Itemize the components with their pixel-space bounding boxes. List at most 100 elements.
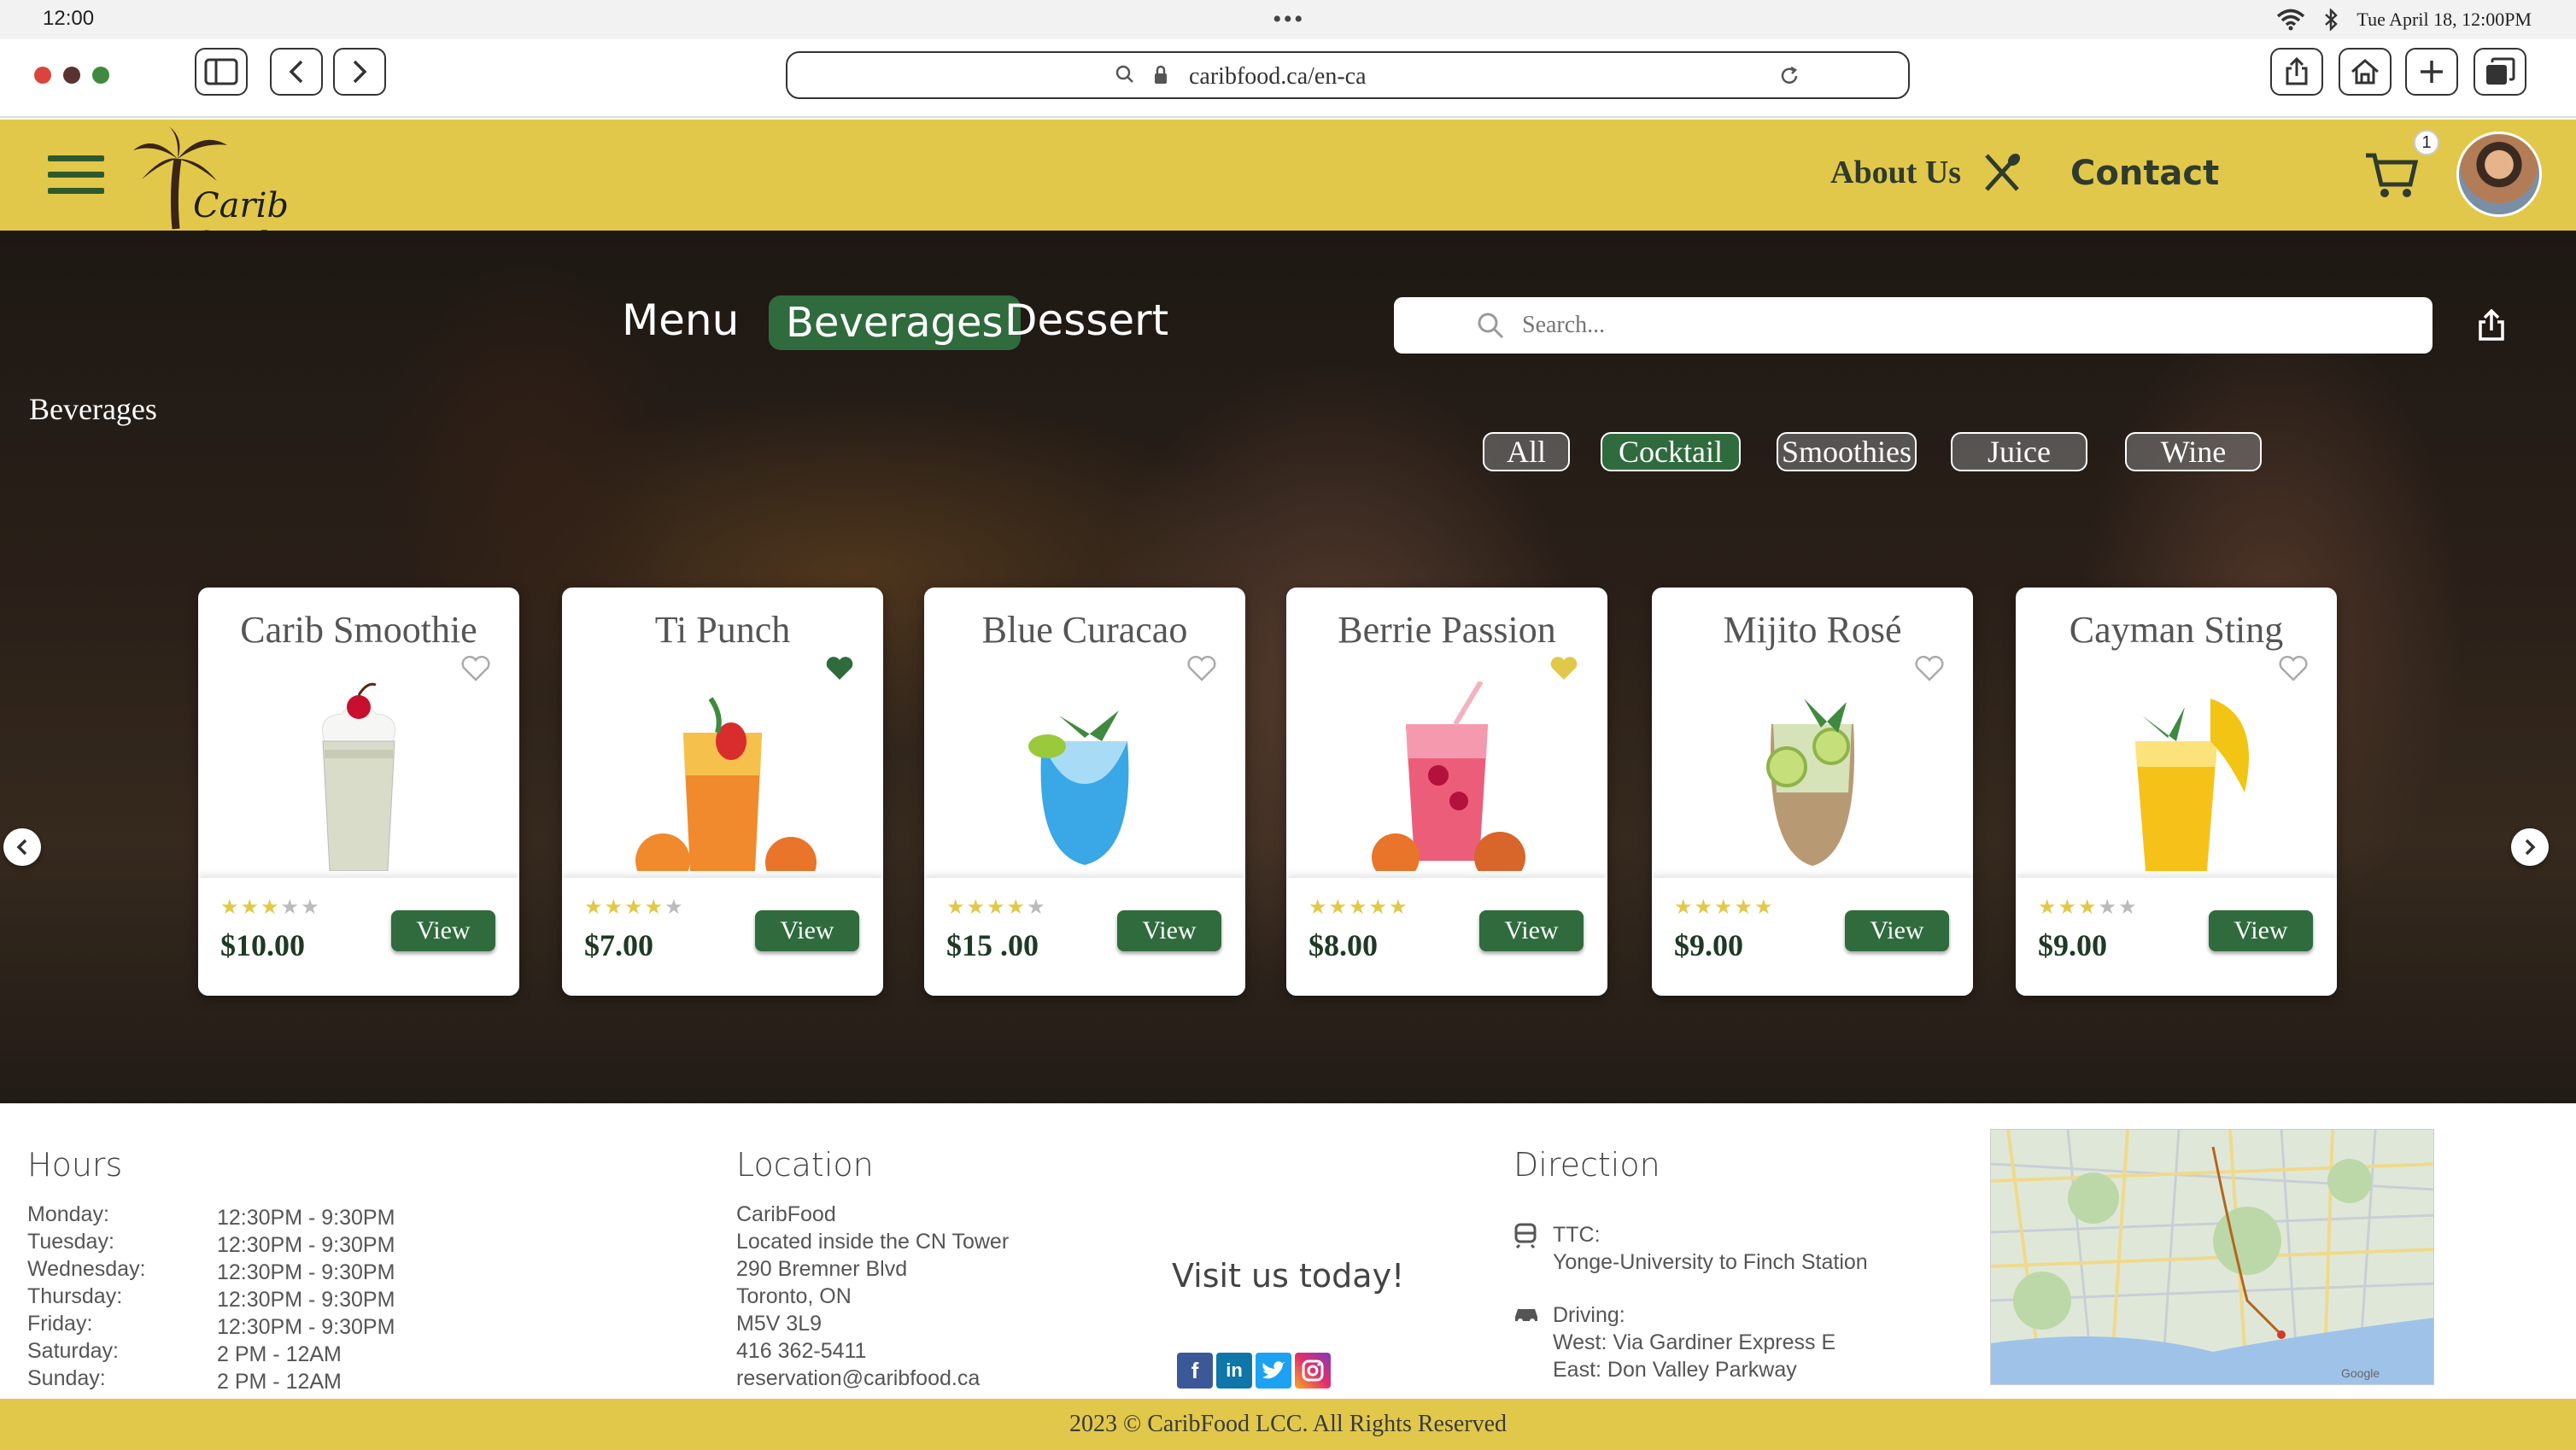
tabs-overview-button[interactable] [2474,48,2526,96]
user-avatar[interactable] [2456,132,2542,217]
location-line: Located inside the CN Tower [736,1230,1010,1254]
utensils-icon[interactable] [1982,152,2023,193]
back-button[interactable] [270,48,323,96]
product-card[interactable]: Berrie Passion ★★★★★ $8.00 View [1286,588,1607,996]
location-title: Location [736,1146,874,1184]
filter-juice[interactable]: Juice [1951,432,2087,471]
instagram-icon[interactable] [1295,1353,1331,1389]
address-bar[interactable]: caribfood.ca/en-ca [786,51,1910,99]
bluetooth-icon [2325,9,2339,31]
hours-day: Monday: [27,1202,109,1226]
tab-dessert[interactable]: Dessert [1004,295,1168,345]
carousel-prev-button[interactable] [3,828,41,866]
product-price: $7.00 [584,928,653,962]
caribfood-logo[interactable]: Carib food [128,125,325,265]
chevron-left-icon [289,60,303,84]
product-name: Blue Curacao [981,609,1188,651]
zoom-window-icon[interactable] [92,67,109,84]
new-tab-button[interactable] [2405,48,2458,96]
filter-wine[interactable]: Wine [2125,432,2262,471]
hours-title: Hours [27,1146,123,1184]
visit-us-text: Visit us today! [1172,1257,1405,1295]
filter-cocktail[interactable]: Cocktail [1601,432,1741,471]
view-button[interactable]: View [1479,910,1584,951]
product-card[interactable]: Blue Curacao ★★★★★ $15 .00 View [924,588,1245,996]
product-image [2016,681,2337,871]
share-button[interactable] [2270,48,2323,96]
shopping-cart-icon[interactable] [2364,150,2419,200]
hours-time: 12:30PM - 9:30PM [217,1233,395,1257]
driving-label: Driving: [1553,1303,1625,1327]
chevron-left-icon [16,839,27,856]
multitask-dots[interactable]: ••• [1273,5,1305,34]
facebook-icon[interactable]: f [1177,1353,1213,1389]
view-button[interactable]: View [2209,910,2313,951]
view-button[interactable]: View [391,910,495,951]
forward-button[interactable] [333,48,386,96]
home-button[interactable] [2339,48,2392,96]
hours-time: 2 PM - 12AM [217,1342,342,1366]
view-button[interactable]: View [1117,910,1221,951]
carousel-next-button[interactable] [2511,828,2549,866]
linkedin-icon[interactable]: in [1216,1353,1252,1389]
location-line: CaribFood [736,1202,836,1226]
tab-menu[interactable]: Menu [622,295,739,345]
minimize-window-icon[interactable] [63,67,80,84]
product-price: $9.00 [1674,928,1743,962]
sidebar-toggle-button[interactable] [195,48,248,96]
rating-stars: ★★★★★ [1308,895,1409,919]
url-text: caribfood.ca/en-ca [1189,63,1367,90]
share-icon[interactable] [2477,309,2506,342]
hero-section: Menu Beverages Dessert Beverages All Coc… [0,231,2576,1103]
product-footer: ★★★★★ $9.00 View [2016,878,2337,996]
tabs-icon [2486,57,2515,85]
driving-west: West: Via Gardiner Express E [1553,1330,1836,1354]
close-window-icon[interactable] [34,67,51,84]
product-footer: ★★★★★ $9.00 View [1652,878,1973,996]
filter-all[interactable]: All [1483,432,1570,471]
ttc-label: TTC: [1553,1223,1601,1247]
product-card[interactable]: Ti Punch ★★★★★ $7.00 View [562,588,883,996]
product-name: Mijito Rosé [1723,609,1902,651]
nav-about-us[interactable]: About Us [1830,154,1961,191]
tab-beverages[interactable]: Beverages [769,295,1021,350]
product-footer: ★★★★★ $7.00 View [562,878,883,996]
hours-day: Friday: [27,1312,93,1336]
view-button[interactable]: View [1845,910,1949,951]
product-image [924,681,1245,871]
map-image: Google [1991,1130,2433,1384]
status-time: 12:00 [43,7,95,30]
product-name: Berrie Passion [1338,609,1556,651]
filter-smoothies[interactable]: Smoothies [1777,432,1917,471]
twitter-icon[interactable] [1256,1353,1291,1389]
status-bar: 12:00 ••• Tue April 18, 12:00PM [0,0,2576,39]
product-image [198,681,519,871]
location-line: 290 Bremner Blvd [736,1257,908,1281]
chevron-right-icon [353,60,367,84]
rating-stars: ★★★★★ [2038,895,2139,919]
view-button[interactable]: View [755,910,859,951]
hours-time: 12:30PM - 9:30PM [217,1206,395,1230]
hours-time: 12:30PM - 9:30PM [217,1260,395,1284]
location-line: Toronto, ON [736,1284,852,1308]
search-input[interactable] [1522,309,2376,342]
location-map[interactable]: Google [1990,1129,2434,1385]
product-image [562,681,883,871]
product-price: $10.00 [220,928,305,962]
wifi-icon [2277,9,2305,31]
product-card[interactable]: Cayman Sting ★★★★★ $9.00 View [2016,588,2337,996]
reservation-email-link[interactable]: reservation@caribfood.ca [736,1366,980,1391]
status-right: Tue April 18, 12:00PM [2276,9,2532,31]
hamburger-menu-icon[interactable] [48,155,104,200]
page-label: Beverages [29,392,157,426]
product-footer: ★★★★★ $8.00 View [1286,878,1607,996]
share-icon [2286,57,2308,85]
search-bar[interactable] [1394,297,2433,354]
product-card[interactable]: Mijito Rosé ★★★★★ $9.00 View [1652,588,1973,996]
reload-icon[interactable] [1778,65,1800,87]
driving-east: East: Don Valley Parkway [1553,1358,1797,1382]
hours-time: 2 PM - 12AM [217,1370,342,1394]
nav-contact[interactable]: Contact [2070,154,2219,193]
product-card[interactable]: Carib Smoothie ★★★★★ $10.00 View [198,588,519,996]
rating-stars: ★★★★★ [220,895,321,919]
